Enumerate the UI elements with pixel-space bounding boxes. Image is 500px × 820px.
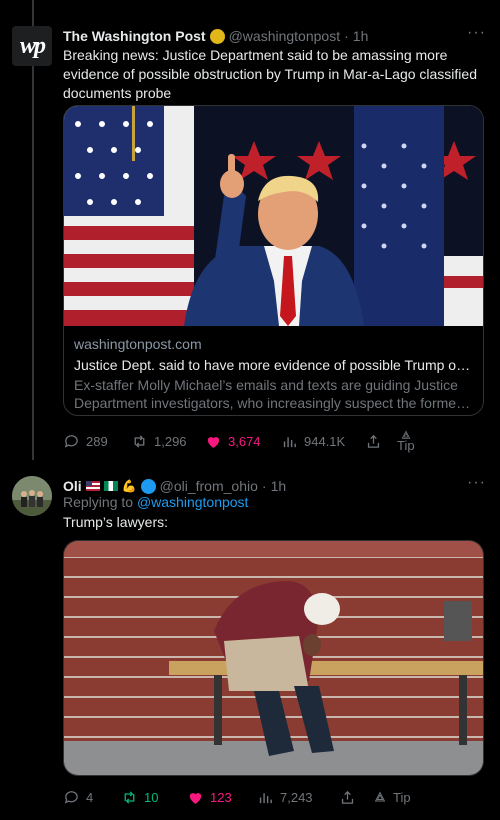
tip-label: Tip	[397, 438, 415, 453]
verified-gold-icon	[209, 28, 225, 44]
repost-button[interactable]: 1,296	[131, 430, 187, 452]
tweet-text: Breaking news: Justice Department said t…	[63, 47, 477, 101]
reply-button[interactable]: 4	[63, 786, 93, 808]
share-button[interactable]	[339, 786, 356, 808]
share-icon	[341, 790, 354, 804]
replying-to: Replying to @washingtonpost	[63, 494, 248, 510]
author-handle[interactable]: @washingtonpost	[229, 28, 341, 44]
author-handle[interactable]: @oli_from_ohio	[160, 478, 258, 494]
repost-count: 1,296	[154, 433, 187, 449]
link-card[interactable]: washingtonpost.com Justice Dept. said to…	[63, 105, 484, 416]
views-icon	[259, 792, 272, 803]
repost-button[interactable]: 10	[121, 786, 158, 808]
reply-button[interactable]: 289	[63, 430, 108, 452]
us-flag-icon	[85, 481, 100, 491]
flexed-biceps-icon: 💪	[121, 479, 137, 493]
views-icon	[283, 436, 296, 447]
heart-filled-icon	[207, 436, 220, 448]
tweet-time[interactable]: 1h	[353, 28, 369, 44]
tip-button[interactable]: Tip	[373, 786, 411, 808]
views-button[interactable]: 7,243	[257, 786, 313, 808]
tip-icon	[374, 791, 386, 802]
card-meta: washingtonpost.com Justice Dept. said to…	[74, 335, 473, 412]
repost-active-icon	[124, 790, 135, 804]
reply-count: 4	[86, 789, 94, 805]
card-image	[64, 106, 483, 326]
more-options-icon[interactable]: ···	[467, 474, 486, 492]
thread-line	[32, 0, 34, 460]
wp-logo-icon: wp	[19, 32, 46, 59]
tweet-photo[interactable]	[63, 540, 484, 776]
reply-count: 289	[86, 433, 108, 449]
author-name[interactable]: The Washington Post	[63, 28, 206, 44]
card-domain: washingtonpost.com	[74, 336, 202, 352]
nigeria-flag-icon	[103, 481, 118, 491]
separator-dot: ·	[261, 478, 267, 494]
more-options-icon[interactable]: ···	[467, 24, 486, 42]
tip-label: Tip	[393, 789, 411, 805]
avatar[interactable]	[12, 476, 52, 516]
views-count: 7,243	[280, 789, 313, 805]
author-name[interactable]: Oli	[63, 478, 82, 494]
like-count: 3,674	[228, 433, 261, 449]
tweet-text: Trump’s lawyers:	[63, 514, 169, 530]
tweet-actions: 4 10 123 7,243 Tip	[63, 786, 483, 808]
like-button[interactable]: 3,674	[205, 430, 261, 452]
separator-dot: ·	[344, 28, 349, 44]
views-count: 944.1K	[304, 433, 346, 449]
reply-icon	[64, 790, 78, 804]
share-icon	[367, 434, 380, 448]
tweet-actions: 289 1,296 3,674 944.1K Tip	[63, 430, 483, 452]
views-button[interactable]: 944.1K	[281, 430, 345, 452]
tweet-time[interactable]: 1h	[271, 478, 287, 494]
repost-icon	[134, 434, 145, 448]
verified-blue-icon	[140, 478, 156, 494]
share-button[interactable]	[365, 430, 382, 452]
like-button[interactable]: 123	[187, 786, 232, 808]
card-description: Ex-staffer Molly Michael’s emails and te…	[74, 377, 461, 411]
reply-prefix: Replying to	[63, 494, 134, 510]
tweet-header: The Washington Post @washingtonpost · 1h…	[63, 24, 486, 46]
card-title: Justice Dept. said to have more evidence…	[74, 357, 473, 373]
like-count: 123	[210, 789, 232, 805]
heart-filled-icon	[189, 792, 202, 804]
reply-icon	[64, 434, 78, 448]
reply-handle-link[interactable]: @washingtonpost	[137, 494, 249, 510]
avatar[interactable]: wp	[12, 26, 52, 66]
tweet-header: Oli 💪 @oli_from_ohio · 1h ···	[63, 474, 486, 496]
tip-button[interactable]: Tip	[397, 430, 415, 452]
repost-count: 10	[144, 789, 159, 805]
